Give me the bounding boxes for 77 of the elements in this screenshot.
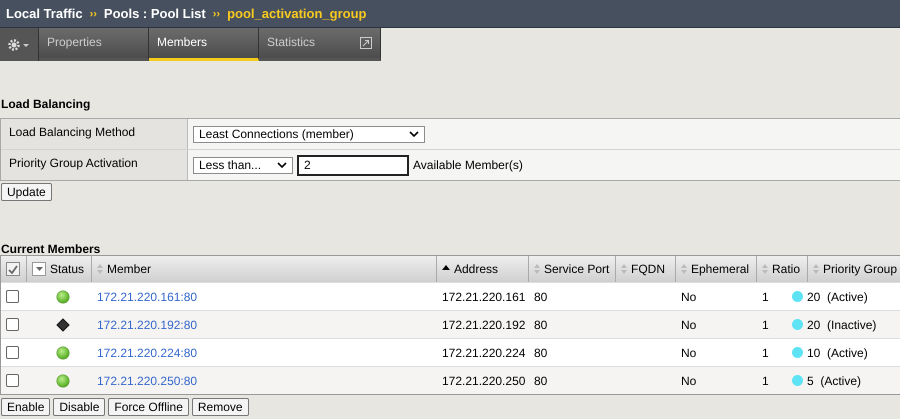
- marker-dot-icon: [792, 319, 803, 330]
- chevron-down-icon: [409, 131, 419, 137]
- table-cell: 10 (Active): [807, 346, 868, 360]
- breadcrumb-link[interactable]: Pools : Pool List: [104, 6, 206, 21]
- member-link[interactable]: 172.21.220.161:80: [97, 290, 198, 304]
- breadcrumb-current: pool_activation_group: [227, 6, 366, 21]
- breadcrumb-separator: ››: [212, 8, 220, 20]
- field-label: Priority Group Activation: [1, 150, 188, 180]
- row-checkbox[interactable]: [6, 346, 19, 359]
- column-header-label: Ephemeral: [691, 262, 750, 276]
- update-button[interactable]: Update: [1, 183, 52, 201]
- column-header-label: Member: [107, 262, 152, 276]
- table-cell: 80: [534, 346, 548, 360]
- table-cell: No: [681, 290, 696, 304]
- table-cell: 1: [762, 318, 769, 332]
- caret-down-icon: [36, 267, 42, 271]
- table-cell: 20 (Active): [807, 290, 868, 304]
- table-cell: 172.21.220.192: [442, 318, 526, 332]
- member-count-field[interactable]: 2: [297, 154, 409, 176]
- settings-menu-button[interactable]: [0, 28, 39, 61]
- table-cell: 20 (Inactive): [807, 318, 876, 332]
- sort-icon: [762, 264, 768, 274]
- column-header-label: Priority Group: [823, 262, 898, 276]
- column-header[interactable]: Priority Group: [808, 256, 900, 282]
- field-suffix: Available Member(s): [413, 158, 523, 172]
- action-button[interactable]: Force Offline: [108, 398, 189, 416]
- gear-icon: [7, 38, 31, 52]
- sort-icon: [681, 264, 687, 274]
- select-all-checkbox[interactable]: [6, 262, 20, 276]
- table-cell: 1: [762, 346, 769, 360]
- column-header-label: Address: [454, 262, 498, 276]
- table-cell: 172.21.220.161: [442, 290, 526, 304]
- tab[interactable]: Properties: [39, 28, 149, 61]
- breadcrumb-separator: ››: [90, 8, 97, 20]
- column-header-label: Service Port: [544, 262, 610, 276]
- table-cell: No: [681, 318, 696, 332]
- member-link[interactable]: 172.21.220.250:80: [97, 374, 198, 388]
- marker-dot-icon: [792, 375, 803, 386]
- table-cell: 5 (Active): [807, 374, 862, 388]
- row-checkbox[interactable]: [6, 290, 19, 303]
- member-link[interactable]: 172.21.220.224:80: [97, 346, 198, 360]
- row-checkbox[interactable]: [6, 374, 19, 387]
- action-button[interactable]: Remove: [192, 398, 249, 416]
- member-link[interactable]: 172.21.220.192:80: [97, 318, 198, 332]
- marker-dot-icon: [792, 347, 803, 358]
- column-menu-button[interactable]: [32, 262, 46, 276]
- table-cell: 80: [534, 318, 548, 332]
- table-cell: 172.21.220.224: [442, 346, 526, 360]
- table-cell: 80: [534, 374, 548, 388]
- table-cell: 1: [762, 290, 769, 304]
- row-checkbox[interactable]: [6, 318, 19, 331]
- marker-dot-icon: [792, 291, 803, 302]
- table-cell: 1: [762, 374, 769, 388]
- tab[interactable]: Statistics: [259, 28, 381, 61]
- section-title: Load Balancing: [0, 97, 92, 113]
- breadcrumb-link[interactable]: Local Traffic: [6, 6, 83, 21]
- sort-icon: [534, 264, 540, 274]
- method-dropdown[interactable]: Least Connections (member): [193, 126, 425, 142]
- column-header-label: Ratio: [772, 262, 800, 276]
- field-label: Load Balancing Method: [1, 119, 188, 149]
- table-cell: No: [681, 346, 696, 360]
- external-link-icon[interactable]: [360, 37, 372, 49]
- priority-dropdown[interactable]: Less than...: [193, 156, 293, 174]
- chevron-down-icon: [277, 162, 287, 168]
- tab[interactable]: Members: [149, 28, 259, 61]
- table-cell: No: [681, 374, 696, 388]
- checkmark-icon: [8, 264, 18, 274]
- column-header-label: Status: [50, 262, 84, 276]
- table-cell: 172.21.220.250: [442, 374, 526, 388]
- sort-icon: [621, 264, 627, 274]
- section-title: Current Members: [0, 243, 102, 255]
- column-header-label: FQDN: [631, 262, 665, 276]
- action-button[interactable]: Enable: [1, 398, 50, 416]
- sort-icon: [97, 264, 103, 274]
- action-button[interactable]: Disable: [53, 398, 106, 416]
- sort-icon: [813, 264, 819, 274]
- table-cell: 80: [534, 290, 548, 304]
